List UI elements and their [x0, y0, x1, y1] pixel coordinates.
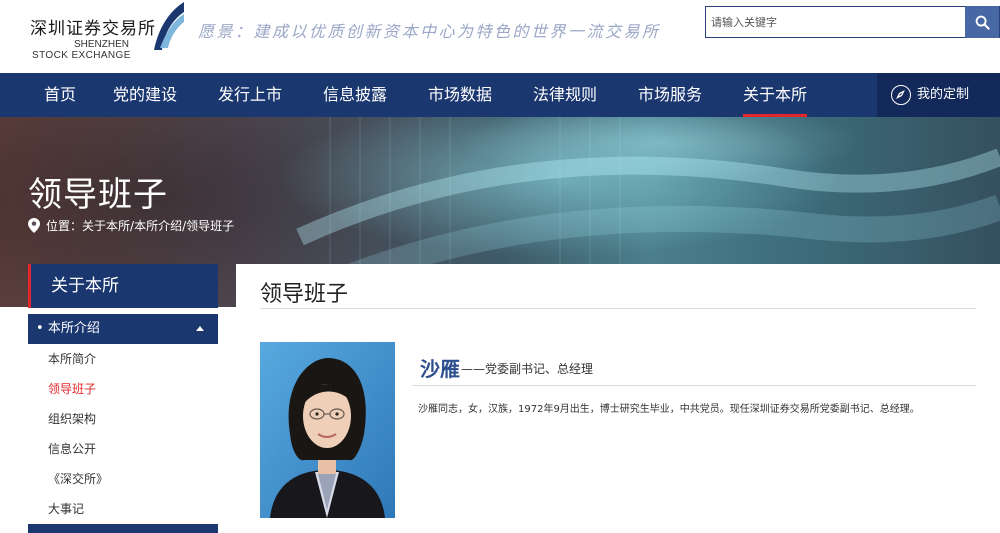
sidebar-item-timeline[interactable]: 大事记 — [48, 494, 84, 524]
nav-item-market-data[interactable]: 市场数据 — [428, 73, 492, 117]
location-pin-icon — [28, 218, 40, 233]
sidebar-header-label: 关于本所 — [51, 276, 119, 296]
logo-mark-icon — [154, 2, 184, 50]
nav-item-rules[interactable]: 法律规则 — [533, 73, 597, 117]
sidebar-group-intro[interactable]: • 本所介绍 — [28, 314, 218, 344]
page-title: 领导班子 — [28, 175, 168, 215]
person-name: 沙雁 — [420, 357, 460, 381]
person-bio: 沙雁同志，女，汉族，1972年9月出生，博士研究生毕业，中共党员。现任深圳证券交… — [418, 404, 920, 415]
nav-item-party-building[interactable]: 党的建设 — [113, 73, 177, 117]
szse-logo[interactable]: 深圳证券交易所 SHENZHEN STOCK EXCHANGE — [30, 2, 190, 66]
content-title: 领导班子 — [260, 282, 349, 307]
nav-item-disclosure[interactable]: 信息披露 — [323, 73, 387, 117]
my-custom-label: 我的定制 — [917, 87, 970, 102]
my-custom-button[interactable]: 我的定制 — [877, 73, 1000, 117]
logo-english-line1: SHENZHEN — [74, 39, 130, 50]
divider — [412, 385, 976, 386]
search-button[interactable] — [965, 6, 999, 38]
nav-item-market-services[interactable]: 市场服务 — [638, 73, 702, 117]
person-role: ——党委副书记、总经理 — [461, 362, 594, 376]
compass-icon — [891, 85, 911, 105]
search-box — [705, 6, 1000, 38]
sidebar-item-profile[interactable]: 本所简介 — [48, 344, 96, 374]
sidebar: 关于本所 • 本所介绍 本所简介 领导班子 组织架构 信息公开 《深交所》 大事… — [28, 264, 218, 533]
sidebar-item-magazine[interactable]: 《深交所》 — [48, 464, 108, 494]
sidebar-group-text: 本所介绍 — [47, 321, 100, 336]
divider — [260, 308, 976, 309]
breadcrumb-intro[interactable]: 本所介绍 — [134, 217, 182, 234]
breadcrumb-current: 领导班子 — [186, 219, 235, 233]
nav-item-home[interactable]: 首页 — [44, 73, 76, 117]
main-content: 领导班子 沙雁 ——党委副书记、总经理 沙雁同志，女，汉族，1972年9月出生，… — [236, 264, 1000, 533]
person-photo — [260, 342, 395, 518]
bullet: • — [36, 321, 44, 336]
nav-item-listing[interactable]: 发行上市 — [218, 73, 282, 117]
breadcrumb: 位置： 关于本所 / 本所介绍 / 领导班子 — [28, 217, 234, 234]
sidebar-item-info-public[interactable]: 信息公开 — [48, 434, 96, 464]
site-header: 深圳证券交易所 SHENZHEN STOCK EXCHANGE 愿景：建成以优质… — [0, 0, 1000, 73]
search-icon — [975, 15, 990, 30]
breadcrumb-prefix: 位置： — [46, 219, 83, 233]
caret-up-icon — [196, 326, 204, 331]
sidebar-item-leadership[interactable]: 领导班子 — [48, 374, 96, 404]
search-input[interactable] — [706, 7, 966, 37]
sidebar-item-structure[interactable]: 组织架构 — [48, 404, 96, 434]
logo-chinese-name: 深圳证券交易所 — [30, 19, 156, 39]
nav-item-about[interactable]: 关于本所 — [743, 73, 808, 117]
breadcrumb-about[interactable]: 关于本所 — [82, 217, 130, 234]
vision-slogan: 愿景：建成以优质创新资本中心为特色的世界一流交易所 — [198, 22, 661, 41]
sidebar-group-label: • 本所介绍 — [36, 314, 100, 344]
portrait-image — [260, 342, 395, 518]
logo-english-line2: STOCK EXCHANGE — [32, 50, 131, 61]
main-nav: 首页 党的建设 发行上市 信息披露 市场数据 法律规则 市场服务 关于本所 我的… — [0, 73, 1000, 117]
sidebar-header: 关于本所 — [28, 264, 218, 308]
sidebar-next-group[interactable] — [28, 524, 218, 533]
